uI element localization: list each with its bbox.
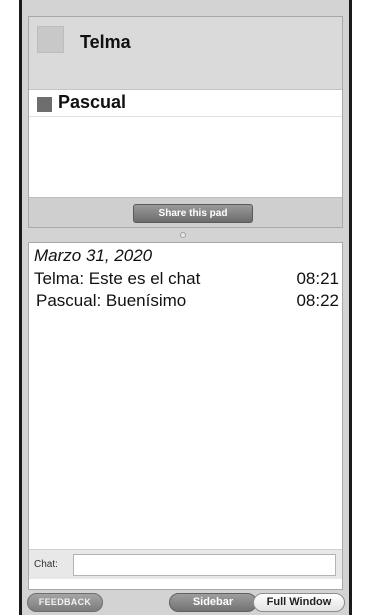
chat-input[interactable] bbox=[73, 554, 336, 576]
user-row: Pascual bbox=[29, 90, 342, 117]
chat-date: Marzo 31, 2020 bbox=[34, 246, 153, 265]
chat-input-row: Chat: bbox=[29, 549, 342, 579]
chat-message-time: 08:21 bbox=[296, 269, 339, 288]
user-color-swatch bbox=[37, 97, 52, 112]
my-user-row[interactable]: Telma bbox=[29, 17, 342, 90]
share-bar: Share this pad bbox=[29, 197, 342, 227]
user-color-swatch[interactable] bbox=[37, 26, 64, 53]
user-name: Pascual bbox=[58, 92, 127, 112]
share-pad-button[interactable]: Share this pad bbox=[133, 204, 253, 223]
bottom-bar: FEEDBACK Sidebar Full Window bbox=[22, 592, 349, 614]
chat-message: Telma: Este es el chat 08:21 bbox=[34, 269, 339, 291]
sidebar-button[interactable]: Sidebar bbox=[169, 593, 257, 612]
chat-message-text: Telma: Este es el chat bbox=[34, 269, 201, 288]
chat-panel: Marzo 31, 2020 Telma: Este es el chat 08… bbox=[28, 242, 343, 590]
chat-message-time: 08:22 bbox=[296, 291, 339, 310]
feedback-button[interactable]: FEEDBACK bbox=[27, 593, 103, 612]
chat-message-text: Pascual: Buenísimo bbox=[36, 291, 187, 310]
full-window-button[interactable]: Full Window bbox=[253, 593, 345, 612]
chat-input-label: Chat: bbox=[34, 559, 58, 570]
app-frame: Telma Pascual Share this pad Marzo 31, 2… bbox=[19, 0, 352, 615]
resize-handle[interactable] bbox=[180, 232, 186, 238]
chat-message: Pascual: Buenísimo 08:22 bbox=[36, 291, 339, 313]
users-panel: Telma Pascual Share this pad bbox=[28, 16, 343, 228]
my-user-name[interactable]: Telma bbox=[80, 32, 131, 53]
